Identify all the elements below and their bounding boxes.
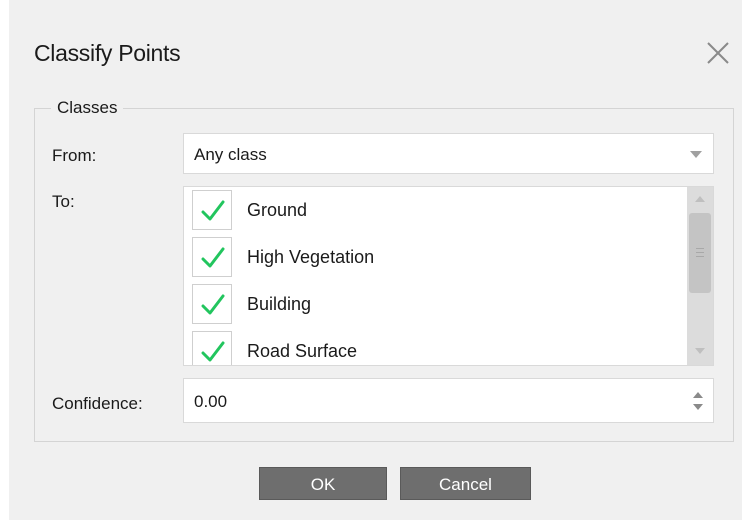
from-class-dropdown[interactable]: Any class	[183, 133, 714, 174]
dialog-title: Classify Points	[34, 40, 181, 66]
close-icon	[707, 42, 729, 64]
to-classes-list[interactable]: Ground High Vegetation Building Road Sur…	[183, 186, 714, 366]
chevron-down-icon	[690, 151, 702, 158]
grip-line	[696, 248, 704, 249]
list-scrollbar[interactable]	[687, 187, 713, 365]
list-item-label: Building	[247, 294, 312, 314]
list-item-label: Ground	[247, 200, 308, 220]
classes-group-legend: Classes	[51, 98, 124, 118]
list-item-ground[interactable]: Ground	[192, 190, 672, 232]
checkmark-icon	[201, 200, 225, 221]
ok-button[interactable]: OK	[259, 467, 387, 500]
checkmark-icon	[201, 247, 225, 268]
ground-checkbox[interactable]	[192, 190, 232, 230]
scroll-thumb[interactable]	[689, 213, 711, 293]
list-item-label: High Vegetation	[247, 247, 375, 267]
grip-line	[696, 256, 704, 257]
spin-up-icon[interactable]	[693, 392, 703, 398]
scroll-down-arrow-icon[interactable]	[695, 348, 705, 354]
checkmark-icon	[201, 294, 225, 315]
checkmark-icon	[201, 341, 225, 362]
list-item-building[interactable]: Building	[192, 284, 672, 326]
grip-line	[696, 252, 704, 253]
from-class-value: Any class	[194, 145, 267, 164]
high-vegetation-checkbox[interactable]	[192, 237, 232, 277]
confidence-spinbox[interactable]: 0.00	[183, 378, 714, 423]
classify-points-dialog: Classify Points Classes From: Any class …	[9, 0, 742, 520]
spin-down-icon[interactable]	[693, 404, 703, 410]
list-item-road-surface[interactable]: Road Surface	[192, 331, 672, 365]
to-label: To:	[52, 192, 75, 211]
building-checkbox[interactable]	[192, 284, 232, 324]
scroll-up-arrow-icon[interactable]	[695, 196, 705, 202]
confidence-value: 0.00	[194, 392, 228, 411]
from-label: From:	[52, 146, 97, 165]
cancel-button[interactable]: Cancel	[400, 467, 531, 500]
confidence-label: Confidence:	[52, 394, 143, 413]
list-item-label: Road Surface	[247, 341, 358, 361]
road-surface-checkbox[interactable]	[192, 331, 232, 365]
list-item-high-vegetation[interactable]: High Vegetation	[192, 237, 672, 279]
close-button[interactable]	[705, 40, 731, 66]
